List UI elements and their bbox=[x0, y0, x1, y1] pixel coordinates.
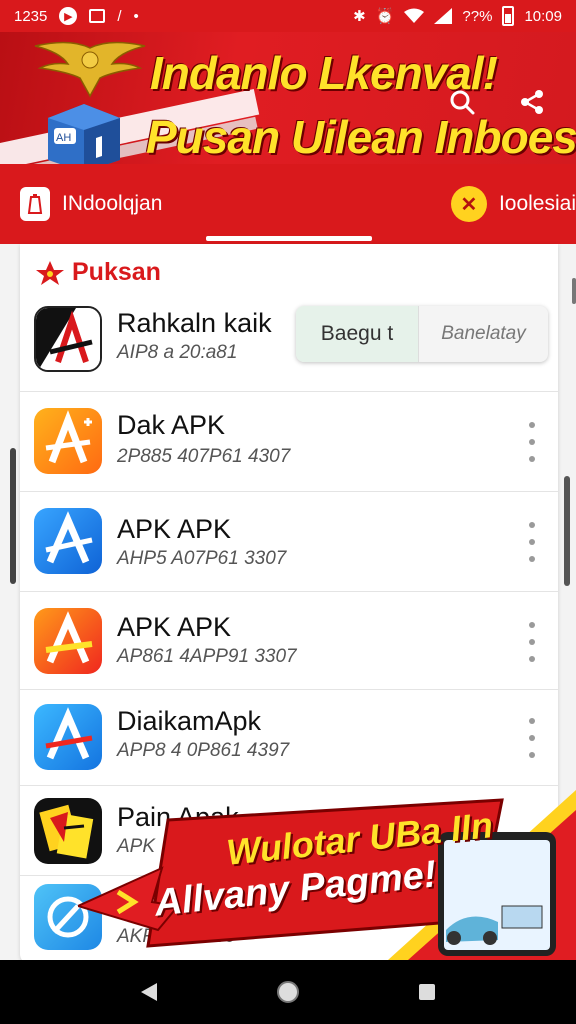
app-meta: 2P885 407P61 4307 bbox=[117, 446, 291, 467]
home-button[interactable] bbox=[268, 972, 308, 1012]
tab-first-label: INdoolqjan bbox=[62, 192, 163, 215]
section-header: Puksan bbox=[34, 258, 161, 287]
wifi-icon bbox=[404, 8, 425, 23]
bluetooth-icon: ✱ bbox=[353, 7, 366, 25]
image-notification-icon bbox=[89, 9, 106, 23]
garuda-emblem-icon bbox=[34, 41, 146, 98]
featured-app-icon bbox=[34, 306, 102, 372]
tab-second-icon: ✕ bbox=[450, 186, 487, 222]
app-icon bbox=[34, 608, 102, 674]
back-triangle-icon bbox=[141, 983, 158, 1001]
more-options-icon[interactable] bbox=[528, 422, 536, 462]
mascot-box-icon: AH bbox=[48, 104, 120, 172]
share-icon bbox=[521, 90, 543, 114]
header-banner: AH Indanlo Lkenval! Pusan Uilean Inboesi… bbox=[0, 32, 576, 180]
back-button[interactable] bbox=[129, 972, 169, 1012]
app-icon bbox=[34, 408, 102, 474]
signal-icon bbox=[434, 8, 453, 24]
featured-app-meta: AIP8 a 20:a81 bbox=[117, 342, 238, 363]
app-row[interactable]: APK APK AP861 4APP91 3307 bbox=[20, 592, 558, 690]
tab-first-icon bbox=[20, 187, 50, 221]
home-circle-icon bbox=[276, 981, 299, 1003]
tab-first[interactable]: INdoolqjan bbox=[0, 164, 241, 244]
status-bar: 1235 ▶ / • ✱ ⏰ ??% 10:09 bbox=[0, 0, 576, 32]
app-meta: AP861 4APP91 3307 bbox=[117, 646, 297, 667]
promo-banner[interactable]: Wulotar UBa IIn Allvany Pagme! bbox=[78, 790, 576, 960]
muted-notification-icon: / bbox=[117, 7, 122, 25]
tab-active-indicator bbox=[206, 236, 372, 241]
toggle-secondary-button[interactable]: Banelatay bbox=[418, 306, 548, 362]
app-icon bbox=[34, 704, 102, 770]
battery-percent: ??% bbox=[462, 7, 493, 25]
recents-button[interactable] bbox=[407, 972, 447, 1012]
search-icon bbox=[450, 90, 475, 115]
system-nav-bar bbox=[0, 960, 576, 1024]
toggle-primary-button[interactable]: Baegu t bbox=[296, 306, 418, 362]
tab-second[interactable]: ✕ Ioolesiai bbox=[241, 164, 576, 244]
tab-bar: INdoolqjan ✕ Ioolesiai bbox=[0, 164, 576, 244]
app-name: APK APK bbox=[117, 612, 232, 642]
scrollbar-thumb[interactable] bbox=[564, 476, 570, 586]
app-meta: AHP5 A07P61 3307 bbox=[117, 548, 287, 569]
more-options-icon[interactable] bbox=[528, 522, 536, 562]
more-options-icon[interactable] bbox=[528, 718, 536, 758]
banner-subtitle: Pusan Uilean Inboesia! bbox=[146, 111, 576, 163]
right-edge-handle bbox=[572, 278, 576, 304]
app-name: APK APK bbox=[117, 514, 232, 544]
section-title: Puksan bbox=[72, 258, 161, 286]
dot-notification-icon: • bbox=[133, 7, 139, 25]
app-row[interactable]: DiaikamApk APP8 4 0P861 4397 bbox=[20, 690, 558, 786]
search-button[interactable] bbox=[444, 84, 480, 120]
share-button[interactable] bbox=[514, 84, 550, 120]
star-emblem-icon bbox=[36, 260, 64, 285]
featured-app-name: Rahkaln kaik bbox=[117, 308, 272, 338]
youtube-notification-icon: ▶ bbox=[59, 7, 78, 25]
app-name: DiaikamApk bbox=[117, 706, 262, 736]
mascot-label: AH bbox=[56, 132, 71, 144]
recents-square-icon bbox=[418, 984, 435, 1000]
more-options-icon[interactable] bbox=[528, 622, 536, 662]
tab-second-label: Ioolesiai bbox=[498, 192, 576, 215]
app-row[interactable]: Dak APK 2P885 407P61 4307 bbox=[20, 392, 558, 492]
left-scroll-edge bbox=[10, 448, 16, 584]
app-name: Dak APK bbox=[117, 410, 226, 440]
battery-icon bbox=[502, 6, 515, 26]
status-time: 1235 bbox=[14, 7, 48, 25]
featured-toggle-group: Baegu t Banelatay bbox=[296, 306, 548, 362]
status-clock: 10:09 bbox=[524, 7, 562, 25]
app-row[interactable]: APK APK AHP5 A07P61 3307 bbox=[20, 492, 558, 592]
app-meta: APP8 4 0P861 4397 bbox=[117, 740, 290, 761]
alarm-icon: ⏰ bbox=[375, 7, 395, 25]
app-icon bbox=[34, 508, 102, 574]
